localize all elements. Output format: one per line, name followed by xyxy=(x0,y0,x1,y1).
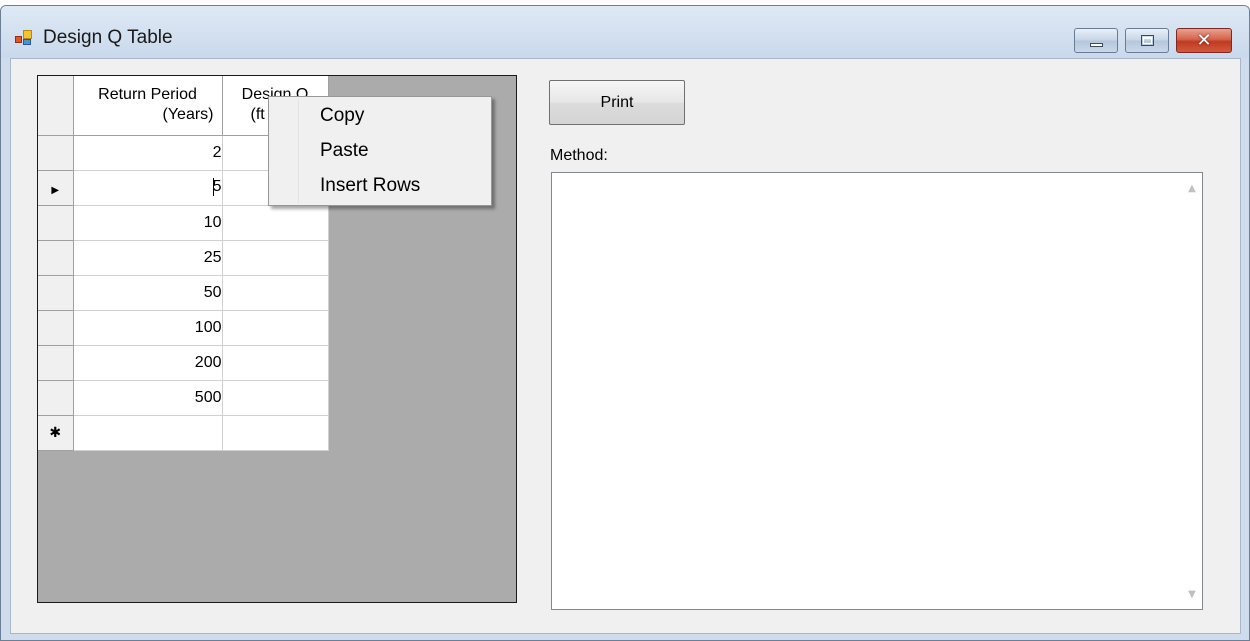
close-button[interactable]: ✕ xyxy=(1176,28,1232,53)
method-textbox[interactable]: ▲ ▼ xyxy=(551,172,1203,610)
context-menu-paste[interactable]: Paste xyxy=(320,136,369,166)
row-header[interactable] xyxy=(38,240,74,276)
method-label: Method: xyxy=(550,147,608,164)
scroll-down-arrow-icon[interactable]: ▼ xyxy=(1182,585,1202,605)
design-q-table-window: Design Q Table ✕ Return Period (Years) D… xyxy=(0,5,1250,641)
cell-return-period-value: 5 xyxy=(212,178,222,196)
cell-return-period[interactable] xyxy=(73,415,223,451)
cell-design-q[interactable] xyxy=(222,415,329,451)
cell-design-q[interactable] xyxy=(222,345,329,381)
row-header[interactable] xyxy=(38,345,74,381)
cell-return-period[interactable]: 10 xyxy=(73,205,223,241)
table-row: 500 xyxy=(38,380,329,416)
cell-design-q[interactable] xyxy=(222,205,329,241)
new-row-asterisk-icon: ✱ xyxy=(49,425,62,441)
table-row: 10 xyxy=(38,205,329,241)
minimize-button[interactable] xyxy=(1074,28,1118,53)
row-header[interactable] xyxy=(38,205,74,241)
cell-return-period[interactable]: 2 xyxy=(73,135,223,171)
row-header[interactable] xyxy=(38,135,74,171)
row-header-current[interactable]: ▶ xyxy=(38,170,74,206)
context-menu: Copy Paste Insert Rows xyxy=(268,96,492,206)
column-header-return-period[interactable]: Return Period (Years) xyxy=(73,76,223,136)
method-scrollbar[interactable]: ▲ ▼ xyxy=(1182,173,1202,609)
cell-design-q[interactable] xyxy=(222,240,329,276)
cell-design-q[interactable] xyxy=(222,380,329,416)
cell-return-period[interactable]: 500 xyxy=(73,380,223,416)
title-bar[interactable]: Design Q Table ✕ xyxy=(1,6,1249,58)
context-menu-copy[interactable]: Copy xyxy=(320,101,364,131)
table-row: 200 xyxy=(38,345,329,381)
row-header[interactable] xyxy=(38,310,74,346)
print-button[interactable]: Print xyxy=(549,80,685,125)
grid-corner-header[interactable] xyxy=(38,76,74,136)
cell-return-period[interactable]: 100 xyxy=(73,310,223,346)
window-title: Design Q Table xyxy=(43,27,173,48)
cell-return-period[interactable]: 25 xyxy=(73,240,223,276)
table-row: 25 xyxy=(38,240,329,276)
table-row: 50 xyxy=(38,275,329,311)
table-row: 100 xyxy=(38,310,329,346)
context-menu-gutter xyxy=(271,99,299,203)
row-header[interactable] xyxy=(38,275,74,311)
column-header-return-period-line1: Return Period xyxy=(98,86,197,104)
maximize-icon xyxy=(1141,35,1154,46)
current-row-arrow-icon: ▶ xyxy=(51,184,60,196)
cell-return-period[interactable]: 50 xyxy=(73,275,223,311)
close-icon: ✕ xyxy=(1196,30,1212,51)
client-area: Return Period (Years) Design Q (ft 2 ▶ 5 xyxy=(10,58,1241,634)
context-menu-insert-rows[interactable]: Insert Rows xyxy=(320,171,420,201)
row-header-new[interactable]: ✱ xyxy=(38,415,74,451)
app-icon[interactable] xyxy=(15,30,33,46)
cell-return-period-editing[interactable]: 5 xyxy=(73,170,223,206)
column-header-return-period-line2: (Years) xyxy=(162,106,214,124)
minimize-icon xyxy=(1090,43,1103,47)
cell-design-q[interactable] xyxy=(222,310,329,346)
cell-design-q[interactable] xyxy=(222,275,329,311)
table-row-new: ✱ xyxy=(38,415,329,451)
cell-return-period[interactable]: 200 xyxy=(73,345,223,381)
scroll-up-arrow-icon[interactable]: ▲ xyxy=(1182,179,1202,199)
maximize-button[interactable] xyxy=(1125,28,1169,53)
row-header[interactable] xyxy=(38,380,74,416)
